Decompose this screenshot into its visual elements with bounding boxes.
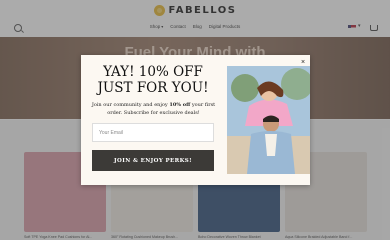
email-field[interactable]	[92, 123, 214, 142]
popup-title-line: JUST FOR YOU!	[97, 80, 209, 96]
popup-photo	[227, 66, 310, 174]
join-perks-button[interactable]: JOIN & ENJOY PERKS!	[92, 150, 214, 171]
subtitle-highlight: 10% off	[169, 102, 191, 108]
popup-title: YAY! 10% OFF JUST FOR YOU!	[87, 64, 219, 96]
subtitle-text: Join our community and enjoy	[91, 102, 170, 108]
couple-photo-illustration	[227, 66, 310, 174]
close-icon[interactable]: ×	[299, 59, 307, 67]
popup-subtitle: Join our community and enjoy 10% off you…	[91, 101, 216, 117]
popup-title-line: YAY! 10% OFF	[103, 64, 203, 80]
discount-popup: YAY! 10% OFF JUST FOR YOU! Join our comm…	[81, 55, 310, 185]
